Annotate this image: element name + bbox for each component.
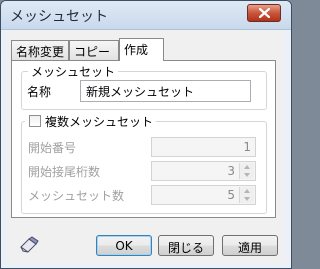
ok-button[interactable]: OK bbox=[96, 235, 152, 256]
mesh-set-group-legend: メッシュセット bbox=[28, 63, 119, 80]
tab-label: コピー bbox=[74, 45, 111, 59]
apply-button-label: 適用 bbox=[237, 241, 262, 255]
start-suffix-digits-label: 開始接尾桁数 bbox=[28, 165, 101, 179]
mesh-set-name-value: 新規メッシュセット bbox=[86, 85, 195, 99]
create-tab-panel: メッシュセット 名称 新規メッシュセット 複数メッシュセット 開始番号 1 開始… bbox=[11, 60, 276, 218]
multiple-mesh-set-toggle[interactable]: 複数メッシュセット bbox=[25, 113, 157, 130]
window-title: メッシュセット bbox=[10, 9, 108, 25]
tab-copy[interactable]: コピー bbox=[69, 40, 119, 60]
close-window-button[interactable] bbox=[247, 4, 281, 22]
start-number-value: 1 bbox=[243, 140, 251, 154]
start-suffix-digits-spinner bbox=[239, 163, 254, 179]
start-suffix-digits-input[interactable]: 3 bbox=[151, 161, 256, 181]
mesh-set-name-input[interactable]: 新規メッシュセット bbox=[80, 80, 251, 102]
name-label: 名称 bbox=[27, 85, 52, 99]
mesh-set-groupbox: メッシュセット 名称 新規メッシュセット bbox=[21, 63, 267, 110]
chevron-up-icon bbox=[244, 189, 250, 193]
tab-create[interactable]: 作成 bbox=[119, 38, 164, 61]
mesh-set-count-spinner bbox=[239, 187, 254, 203]
mesh-set-count-value: 5 bbox=[227, 188, 235, 202]
close-icon bbox=[259, 8, 270, 18]
close-button-label: 閉じる bbox=[167, 241, 204, 255]
ok-button-label: OK bbox=[115, 239, 133, 253]
chevron-up-icon bbox=[244, 165, 250, 169]
chevron-down-icon bbox=[244, 197, 250, 201]
spin-down-button[interactable] bbox=[240, 195, 254, 203]
start-suffix-digits-value: 3 bbox=[227, 164, 235, 178]
spin-down-button[interactable] bbox=[240, 171, 254, 179]
close-button[interactable]: 閉じる bbox=[158, 235, 214, 256]
multiple-mesh-set-groupbox: 複数メッシュセット 開始番号 1 開始接尾桁数 3 メッシュセット数 5 bbox=[21, 113, 267, 214]
mesh-set-count-label: メッシュセット数 bbox=[28, 189, 125, 203]
multiple-mesh-set-label: 複数メッシュセット bbox=[45, 115, 154, 129]
mesh-set-count-input[interactable]: 5 bbox=[151, 185, 256, 205]
dialog-content: 名称変更 コピー 作成 メッシュセット 名称 新規メッシュセット 複数メッシュセ… bbox=[8, 30, 284, 262]
mesh-set-dialog: メッシュセット 名称変更 コピー 作成 メッシュセット 名称 新規メッシュセット bbox=[0, 0, 292, 269]
chevron-down-icon bbox=[244, 173, 250, 177]
start-number-input[interactable]: 1 bbox=[151, 137, 256, 157]
tab-label: 名称変更 bbox=[16, 45, 65, 59]
eraser-icon bbox=[20, 236, 39, 253]
apply-button[interactable]: 適用 bbox=[222, 235, 278, 256]
title-bar[interactable]: メッシュセット bbox=[1, 1, 291, 30]
multiple-mesh-set-checkbox[interactable] bbox=[29, 115, 41, 127]
tab-rename[interactable]: 名称変更 bbox=[11, 40, 69, 60]
clear-button[interactable] bbox=[19, 235, 41, 255]
start-number-label: 開始番号 bbox=[28, 141, 77, 155]
tab-label: 作成 bbox=[124, 43, 149, 57]
